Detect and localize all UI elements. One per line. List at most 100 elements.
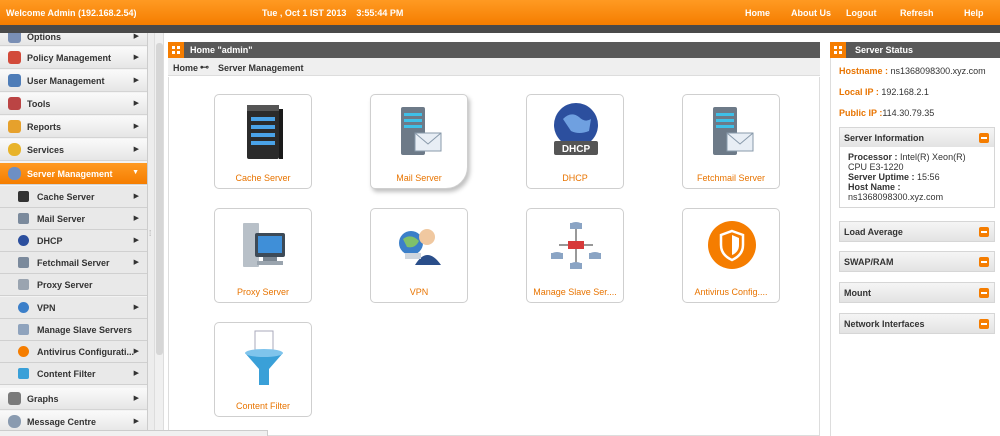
tile-label: Cache Server [235,173,291,183]
tile-mail-server[interactable]: Mail Server [370,94,468,189]
sidebar-item-policy-management[interactable]: Policy Management ▶ [0,47,147,69]
nav-help-link[interactable]: Help [964,8,984,18]
chevron-right-icon: ▶ [133,370,139,377]
browser-status-bar [0,430,268,436]
server-management-icon [8,167,21,180]
public-ip-value: 114.30.79.35 [882,108,935,118]
collapse-icon[interactable] [979,288,989,298]
sidebar: Options ▶ Policy Management ▶ User Manag… [0,33,148,436]
sidebar-item-label: Services [27,145,65,155]
tile-manage-slave-servers[interactable]: Manage Slave Ser.... [526,208,624,303]
tile-fetchmail-server[interactable]: Fetchmail Server [682,94,780,189]
sidebar-subitem-fetchmail-server[interactable]: Fetchmail Server ▶ [0,252,147,274]
main-panel-title: Home "admin" [190,45,253,55]
services-icon [8,143,21,156]
mount-header[interactable]: Mount [840,283,994,302]
tile-label: Proxy Server [236,287,289,297]
sidebar-subitem-cache-server[interactable]: Cache Server ▶ [0,186,147,208]
mail-server-icon [18,213,29,224]
sidebar-item-server-management[interactable]: Server Management ▼ [0,163,147,185]
tools-icon [8,97,21,110]
dhcp-icon [18,235,29,246]
sidebar-subitem-antivirus[interactable]: Antivirus Configurati... ▶ [0,341,147,363]
tile-content-filter[interactable]: Content Filter [214,322,312,417]
hostname-line: Hostname : ns1368098300.xyz.com [839,66,986,76]
sidebar-subitem-manage-slave-servers[interactable]: Manage Slave Servers [0,319,147,341]
swap-ram-header[interactable]: SWAP/RAM [840,252,994,271]
nav-home-link[interactable]: Home [745,8,770,18]
tile-label: Mail Server [396,173,442,183]
vpn-icon [399,229,441,265]
swap-ram-title: SWAP/RAM [844,257,894,267]
tile-label: Content Filter [235,401,291,411]
tile-proxy-server[interactable]: Proxy Server [214,208,312,303]
proxy-server-icon [243,223,285,267]
main-panel-header: Home "admin" [168,42,820,58]
chevron-right-icon: ▶ [133,146,139,153]
sidebar-subitem-content-filter[interactable]: Content Filter ▶ [0,363,147,385]
sidebar-item-tools[interactable]: Tools ▶ [0,93,147,115]
load-average-title: Load Average [844,227,903,237]
mount-title: Mount [844,288,871,298]
sidebar-subitem-label: Fetchmail Server [37,258,110,268]
nav-refresh-link[interactable]: Refresh [900,8,934,18]
server-information-title: Server Information [844,133,925,143]
collapse-icon[interactable] [979,227,989,237]
sidebar-subitem-mail-server[interactable]: Mail Server ▶ [0,208,147,230]
fetchmail-server-icon [18,257,29,268]
nav-about-link[interactable]: About Us [791,8,831,18]
breadcrumb-home[interactable]: Home [173,63,198,73]
breadcrumb-separator-icon: ⊷ [200,62,209,72]
sidebar-item-graphs[interactable]: Graphs ▶ [0,388,147,410]
sidebar-item-label: User Management [27,76,105,86]
tile-label: VPN [409,287,429,297]
slave-servers-icon [551,222,601,269]
breadcrumb: Home ⊷ Server Management [168,58,820,76]
local-ip-label: Local IP : [839,87,879,97]
graphs-icon [8,392,21,405]
host-name-label: Host Name : [848,182,901,192]
sidebar-item-services[interactable]: Services ▶ [0,139,147,161]
dhcp-badge-text: DHCP [562,144,591,155]
collapse-icon[interactable] [979,133,989,143]
content-filter-icon [245,330,283,385]
mount-box: Mount [839,282,995,303]
sidebar-scrollbar[interactable] [154,33,164,436]
message-centre-icon [8,415,21,428]
collapse-icon[interactable] [979,257,989,267]
sidebar-item-options[interactable]: Options ▶ [0,33,147,46]
sidebar-subitem-vpn[interactable]: VPN ▶ [0,297,147,319]
tile-dhcp[interactable]: DHCP DHCP [526,94,624,189]
vpn-icon [18,302,29,313]
server-status-body: Hostname : ns1368098300.xyz.com Local IP… [830,58,1000,436]
server-status-header: Server Status [830,42,1000,58]
processor-label: Processor : [848,152,898,162]
public-ip-label: Public IP : [839,108,883,118]
sidebar-subitem-label: DHCP [37,236,63,246]
sidebar-item-reports[interactable]: Reports ▶ [0,116,147,138]
nav-logout-link[interactable]: Logout [846,8,877,18]
sidebar-subitem-dhcp[interactable]: DHCP ▶ [0,230,147,252]
sidebar-item-label: Message Centre [27,417,97,427]
tile-cache-server[interactable]: Cache Server [214,94,312,189]
chevron-right-icon: ▶ [133,33,139,40]
uptime-label: Server Uptime : [848,172,915,182]
sidebar-subitem-label: Mail Server [37,214,86,224]
swap-ram-box: SWAP/RAM [839,251,995,272]
scrollbar-thumb[interactable] [156,43,163,355]
network-interfaces-header[interactable]: Network Interfaces [840,314,994,333]
slave-servers-icon [18,324,29,335]
local-ip-value: 192.168.2.1 [881,87,929,97]
server-information-header[interactable]: Server Information [840,128,994,147]
tile-label: Antivirus Config.... [694,287,768,297]
antivirus-icon [18,346,29,357]
tile-vpn[interactable]: VPN [370,208,468,303]
sidebar-subitem-proxy-server[interactable]: Proxy Server [0,274,147,296]
tile-antivirus-configuration[interactable]: Antivirus Config.... [682,208,780,303]
load-average-header[interactable]: Load Average [840,222,994,241]
tile-label: Fetchmail Server [696,173,766,183]
chevron-right-icon: ▶ [133,100,139,107]
grid-icon [830,42,846,58]
sidebar-item-user-management[interactable]: User Management ▶ [0,70,147,92]
collapse-icon[interactable] [979,319,989,329]
